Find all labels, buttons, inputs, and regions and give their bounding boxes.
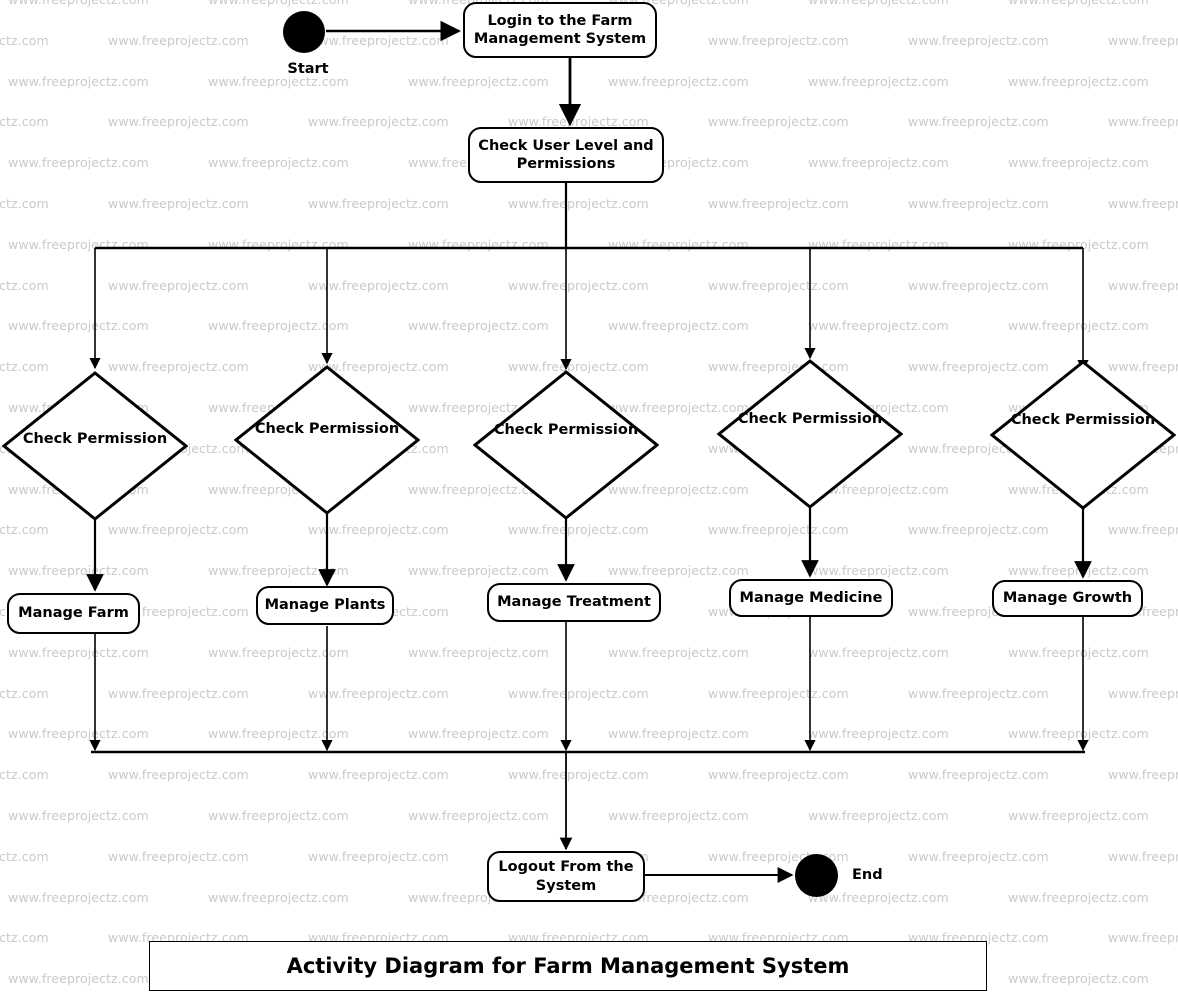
activity-logout-label: Logout From the System (498, 859, 634, 894)
activity-logout[interactable]: Logout From the System (487, 851, 645, 902)
activity-manage-plants[interactable]: Manage Plants (256, 586, 394, 625)
decision-check-permission-growth[interactable]: Check Permission (990, 360, 1176, 510)
diagram-caption-box: Activity Diagram for Farm Management Sys… (149, 941, 987, 991)
diamond-shape (473, 370, 659, 520)
activity-manage-growth[interactable]: Manage Growth (992, 580, 1143, 617)
activity-manage-farm-label: Manage Farm (18, 605, 129, 622)
decision-check-permission-farm[interactable]: Check Permission (2, 371, 188, 521)
activity-check-user-level-label: Check User Level and Permissions (478, 137, 654, 172)
activity-manage-treatment[interactable]: Manage Treatment (487, 583, 661, 622)
activity-diagram-canvas: www.freeprojectz.comwww.freeprojectz.com… (0, 0, 1178, 994)
decision-check-permission-plants[interactable]: Check Permission (234, 365, 420, 515)
diamond-shape (990, 360, 1176, 510)
activity-manage-growth-label: Manage Growth (1002, 590, 1133, 607)
activity-login-label: Login to the Farm Management System (473, 12, 647, 47)
activity-manage-treatment-label: Manage Treatment (497, 594, 651, 611)
end-node-label: End (852, 867, 883, 883)
decision-check-permission-medicine-label: Check Permission (737, 411, 883, 427)
decision-check-permission-plants-label: Check Permission (254, 421, 400, 437)
node-layer: Start Login to the Farm Management Syste… (0, 0, 1178, 994)
activity-manage-plants-label: Manage Plants (264, 597, 386, 614)
decision-check-permission-treatment[interactable]: Check Permission (473, 370, 659, 520)
start-node[interactable] (283, 11, 325, 53)
diagram-caption-text: Activity Diagram for Farm Management Sys… (286, 954, 850, 978)
activity-manage-medicine-label: Manage Medicine (739, 589, 883, 606)
decision-check-permission-growth-label: Check Permission (1010, 412, 1156, 428)
decision-check-permission-treatment-label: Check Permission (493, 422, 639, 438)
diamond-shape (717, 359, 903, 509)
end-node[interactable] (795, 854, 838, 897)
decision-check-permission-farm-label: Check Permission (22, 431, 168, 447)
activity-login[interactable]: Login to the Farm Management System (463, 2, 657, 58)
diamond-shape (234, 365, 420, 515)
start-node-label: Start (287, 61, 329, 77)
decision-check-permission-medicine[interactable]: Check Permission (717, 359, 903, 509)
activity-manage-medicine[interactable]: Manage Medicine (729, 579, 893, 617)
activity-manage-farm[interactable]: Manage Farm (7, 593, 140, 634)
activity-check-user-level[interactable]: Check User Level and Permissions (468, 127, 664, 183)
